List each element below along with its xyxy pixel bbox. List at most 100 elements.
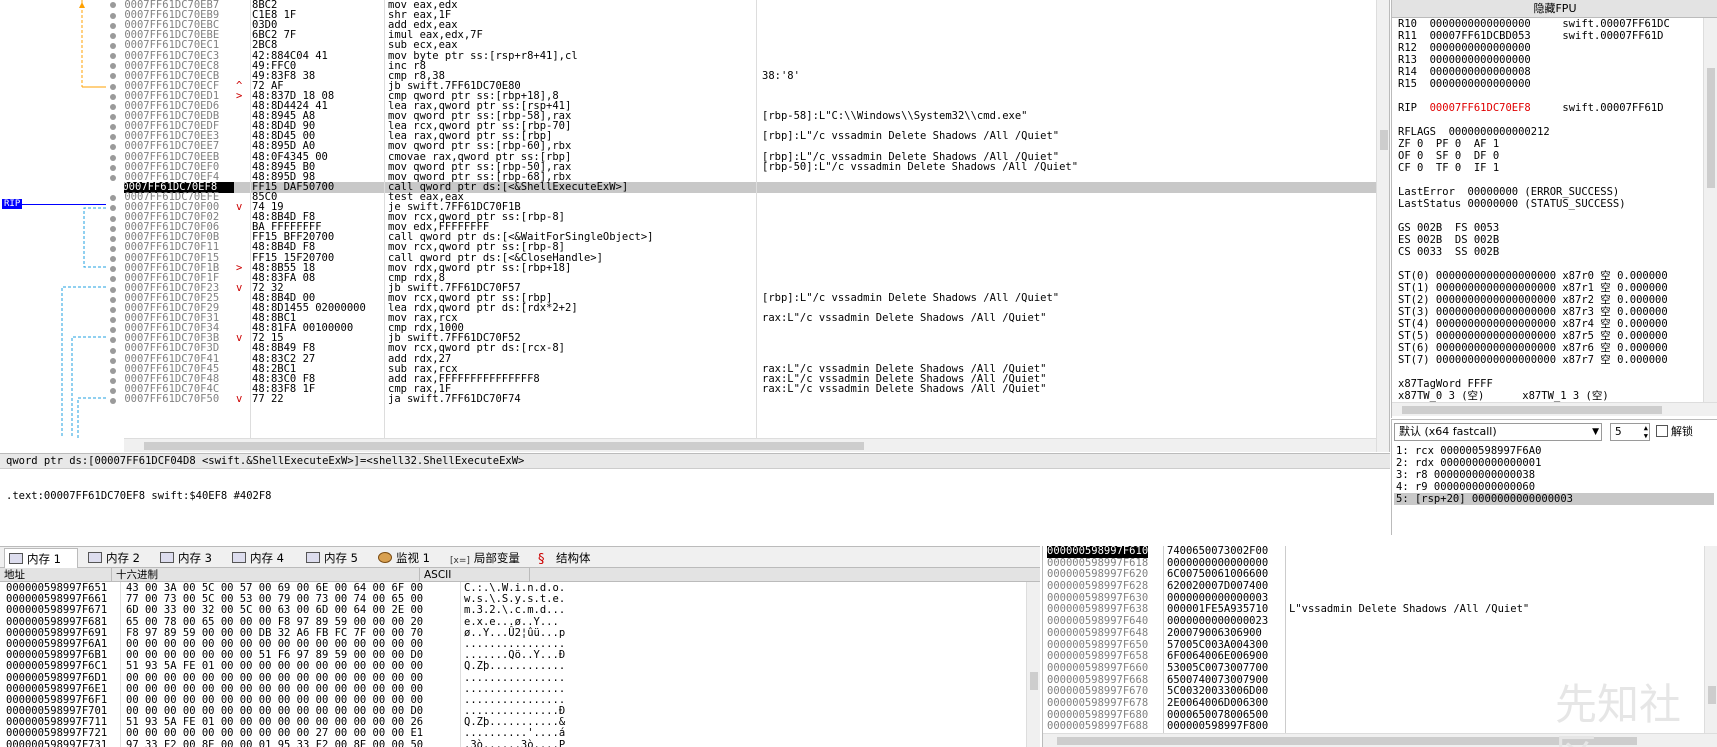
- register-line[interactable]: ST(3) 0000000000000000000 x87r3 空 0.0000…: [1398, 306, 1702, 318]
- dump-row[interactable]: 000000598997F731 97 33 F2 00 8E 00 00 01 …: [0, 739, 1026, 747]
- argument-row[interactable]: 3: r8 0000000000000038: [1394, 469, 1714, 481]
- dump-hex-bytes[interactable]: 6D 00 33 00 32 00 5C 00 63 00 6D 00 64 0…: [126, 605, 423, 616]
- register-line[interactable]: ST(4) 0000000000000000000 x87r4 空 0.0000…: [1398, 318, 1702, 330]
- breakpoint-dot[interactable]: [110, 13, 116, 19]
- instruction-text[interactable]: ja swift.7FF61DC70F74: [388, 394, 788, 405]
- register-list[interactable]: R10 0000000000000000 swift.00007FF61DC R1…: [1398, 18, 1702, 402]
- dump-row[interactable]: 000000598997F6D1 00 00 00 00 00 00 00 00 …: [0, 672, 1026, 684]
- argument-row[interactable]: 2: rdx 0000000000000001: [1394, 457, 1714, 469]
- dump-hex-bytes[interactable]: 51 93 5A FE 01 00 00 00 00 00 00 00 00 0…: [126, 661, 423, 672]
- register-line[interactable]: R10 0000000000000000 swift.00007FF61DC: [1398, 18, 1702, 30]
- register-line[interactable]: ST(0) 0000000000000000000 x87r0 空 0.0000…: [1398, 270, 1702, 282]
- register-line[interactable]: x87TW_0 3 (空) x87TW_1 3 (空): [1398, 390, 1702, 402]
- breakpoint-dot[interactable]: [110, 398, 116, 404]
- calling-convention-select[interactable]: 默认 (x64 fastcall) ▼: [1394, 423, 1602, 441]
- register-line[interactable]: [1398, 210, 1702, 222]
- dump-row[interactable]: 000000598997F721 00 00 00 00 00 00 00 00 …: [0, 728, 1026, 739]
- breakpoint-dot[interactable]: [110, 23, 116, 29]
- breakpoint-dot[interactable]: [110, 287, 116, 293]
- disassembly-pane[interactable]: RIP 00007FF61DC70EB7 8BC2 mov eax,edx 00007…: [0, 0, 1390, 452]
- instruction-list[interactable]: 00007FF61DC70EB7 8BC2 mov eax,edx 00007FF61…: [124, 0, 1376, 438]
- tab-memory-2[interactable]: 内存 2: [84, 548, 152, 568]
- breakpoint-dot[interactable]: [110, 84, 116, 90]
- dump-hex-bytes[interactable]: 97 33 F2 00 8E 00 00 01 95 33 F2 00 8E 0…: [126, 739, 423, 747]
- breakpoint-dot[interactable]: [110, 317, 116, 323]
- dump-hex-bytes[interactable]: 00 00 00 00 00 00 00 00 00 00 27 00 00 0…: [126, 728, 423, 739]
- breakpoint-dot[interactable]: [110, 266, 116, 272]
- stack-address[interactable]: 000000598997F628: [1047, 580, 1148, 593]
- tab-locals-7[interactable]: [x=] 局部变量: [446, 548, 528, 568]
- dump-vertical-scrollbar[interactable]: [1026, 582, 1040, 747]
- register-line[interactable]: R12 0000000000000000: [1398, 42, 1702, 54]
- stack-row[interactable]: 000000598997F628 620020007D007400: [1043, 580, 1703, 593]
- stack-value[interactable]: 200079006306900: [1167, 627, 1262, 640]
- tab-struct-8[interactable]: § 结构体: [534, 548, 598, 568]
- call-arguments-pane[interactable]: 默认 (x64 fastcall) ▼ 5 ▲ ▼ 解锁 1: rcx 00000…: [1391, 419, 1717, 535]
- register-line[interactable]: CS 0033 SS 002B: [1398, 246, 1702, 258]
- scroll-thumb[interactable]: [1380, 130, 1388, 150]
- stack-row[interactable]: 000000598997F648 200079006306900: [1043, 627, 1703, 640]
- register-line[interactable]: R13 0000000000000000: [1398, 54, 1702, 66]
- dump-row[interactable]: 000000598997F6C1 51 93 5A FE 01 00 00 00 …: [0, 661, 1026, 672]
- scroll-thumb[interactable]: [144, 442, 864, 450]
- stack-address[interactable]: 000000598997F678: [1047, 697, 1148, 710]
- argument-list[interactable]: 1: rcx 000000598997F6A0 2: rdx 0000000000…: [1394, 445, 1714, 505]
- unlock-checkbox[interactable]: 解锁: [1656, 425, 1693, 439]
- register-line[interactable]: ST(7) 0000000000000000000 x87r7 空 0.0000…: [1398, 354, 1702, 366]
- breakpoint-dot[interactable]: [110, 94, 116, 100]
- tab-memory-5[interactable]: 内存 5: [302, 548, 370, 568]
- register-line[interactable]: [1398, 90, 1702, 102]
- breakpoint-dot[interactable]: [110, 378, 116, 384]
- registers-pane[interactable]: 隐藏FPU R10 0000000000000000 swift.00007FF…: [1391, 0, 1717, 418]
- register-line[interactable]: ST(5) 0000000000000000000 x87r5 空 0.0000…: [1398, 330, 1702, 342]
- stack-value[interactable]: 7400650073002F00: [1167, 546, 1268, 558]
- register-line[interactable]: [1398, 366, 1702, 378]
- breakpoint-dot[interactable]: [110, 195, 116, 201]
- register-line[interactable]: R11 00007FF61DCBD053 swift.00007FF61D: [1398, 30, 1702, 42]
- breakpoint-dot[interactable]: [110, 63, 116, 69]
- dump-ascii[interactable]: .3ò......3ò....P: [464, 739, 565, 747]
- dump-ascii[interactable]: m.3.2.\.c.m.d...: [464, 605, 565, 616]
- stack-row[interactable]: 000000598997F610 7400650073002F00: [1043, 546, 1703, 558]
- breakpoint-dot[interactable]: [110, 388, 116, 394]
- stack-value[interactable]: 2E0064006D006300: [1167, 697, 1268, 710]
- breakpoint-dot[interactable]: [110, 358, 116, 364]
- argument-row[interactable]: 5: [rsp+20] 0000000000000003: [1394, 493, 1714, 505]
- breakpoint-dot[interactable]: [110, 175, 116, 181]
- tab-memory-3[interactable]: 内存 3: [156, 548, 224, 568]
- register-line[interactable]: GS 002B FS 0053: [1398, 222, 1702, 234]
- breakpoint-dot[interactable]: [110, 165, 116, 171]
- register-line[interactable]: x87TagWord FFFF: [1398, 378, 1702, 390]
- register-line[interactable]: ST(6) 0000000000000000000 x87r6 空 0.0000…: [1398, 342, 1702, 354]
- tab-memory-1[interactable]: 内存 1: [4, 548, 78, 568]
- breakpoint-dot[interactable]: [110, 73, 116, 79]
- breakpoint-dot[interactable]: [110, 256, 116, 262]
- breakpoint-dot[interactable]: [110, 134, 116, 140]
- tab-memory-4[interactable]: 内存 4: [228, 548, 298, 568]
- register-line[interactable]: [1398, 258, 1702, 270]
- register-line[interactable]: OF 0 SF 0 DF 0: [1398, 150, 1702, 162]
- register-line[interactable]: [1398, 174, 1702, 186]
- breakpoint-dot[interactable]: [110, 246, 116, 252]
- scroll-thumb[interactable]: [1030, 672, 1038, 690]
- breakpoint-dot[interactable]: [110, 114, 116, 120]
- argument-row[interactable]: 1: rcx 000000598997F6A0: [1394, 445, 1714, 457]
- scroll-thumb[interactable]: [1402, 406, 1662, 414]
- register-line[interactable]: ST(1) 0000000000000000000 x87r1 空 0.0000…: [1398, 282, 1702, 294]
- breakpoint-dot[interactable]: [110, 104, 116, 110]
- stack-address[interactable]: 000000598997F610: [1047, 546, 1149, 558]
- instruction-row[interactable]: 00007FF61DC70F50 v 77 22 ja swift.7FF61DC70…: [124, 394, 1376, 405]
- breakpoint-dot[interactable]: [110, 276, 116, 282]
- breakpoint-dot[interactable]: [110, 327, 116, 333]
- breakpoint-dot[interactable]: [110, 297, 116, 303]
- dump-ascii[interactable]: ..........'....á: [464, 728, 565, 739]
- dump-address[interactable]: 000000598997F6C1: [6, 661, 107, 672]
- breakpoint-dot[interactable]: [110, 155, 116, 161]
- register-line[interactable]: RFLAGS 0000000000000212: [1398, 126, 1702, 138]
- memory-dump-pane[interactable]: 地址 十六进制 ASCII 000000598997F651 43 00 3A 0…: [0, 568, 1040, 747]
- stack-row[interactable]: 000000598997F660 53005C0073007700: [1043, 662, 1703, 675]
- dump-address[interactable]: 000000598997F731: [6, 739, 107, 747]
- register-line[interactable]: LastStatus 00000000 (STATUS_SUCCESS): [1398, 198, 1702, 210]
- registers-horizontal-scrollbar[interactable]: [1392, 402, 1717, 416]
- scroll-thumb[interactable]: [1707, 68, 1715, 188]
